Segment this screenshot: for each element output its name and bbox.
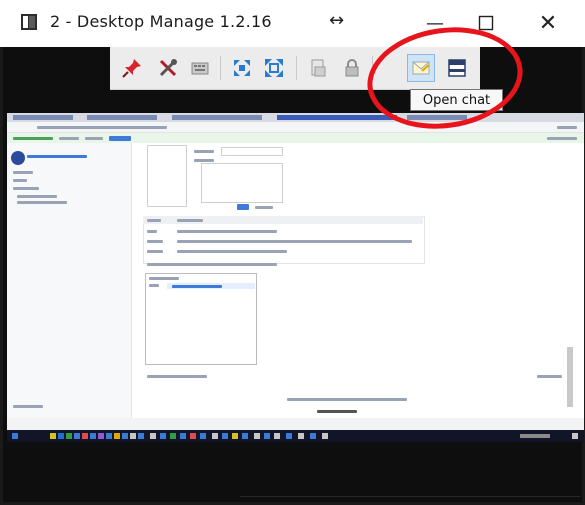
maximize-icon xyxy=(478,15,494,31)
remote-address-bar xyxy=(7,122,584,133)
fullscreen-icon xyxy=(265,59,283,77)
remote-bookmarks-bar xyxy=(7,133,584,143)
remote-browser-tabs xyxy=(7,113,584,122)
remote-footer xyxy=(7,398,584,430)
window-title: 2 - Desktop Manage 1.2.16 xyxy=(50,12,272,31)
fullscreen-button[interactable] xyxy=(260,54,288,82)
pin-button[interactable] xyxy=(118,54,146,82)
remote-logo xyxy=(11,151,25,165)
file-transfer-icon xyxy=(311,59,326,77)
remote-sidebar xyxy=(7,143,132,418)
lock-button[interactable] xyxy=(338,54,366,82)
lock-icon xyxy=(345,59,359,77)
keyboard-button[interactable] xyxy=(186,54,214,82)
fit-screen-icon xyxy=(234,60,250,76)
tools-icon xyxy=(159,59,177,77)
resize-icon[interactable]: ↔ xyxy=(329,10,344,31)
remote-screen[interactable] xyxy=(7,113,584,430)
tools-button[interactable] xyxy=(154,54,182,82)
keyboard-icon xyxy=(191,62,209,75)
close-icon: ✕ xyxy=(538,10,558,36)
fit-screen-button[interactable] xyxy=(228,54,256,82)
pin-icon xyxy=(122,59,141,78)
file-transfer-button[interactable] xyxy=(304,54,332,82)
viewer-bottom-area xyxy=(3,442,582,502)
app-icon xyxy=(21,14,37,30)
close-button[interactable]: ✕ xyxy=(528,6,568,40)
remote-panel xyxy=(147,145,187,207)
